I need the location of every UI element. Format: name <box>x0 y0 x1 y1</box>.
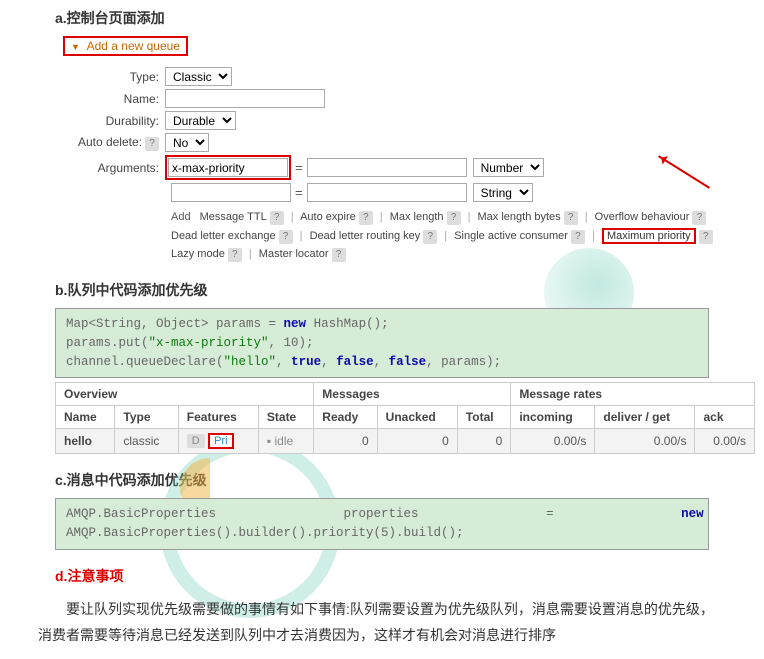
cell-name: hello <box>56 429 115 454</box>
code-block-message: AMQP.BasicProperties properties = new AM… <box>55 498 709 550</box>
arguments-key-highlight <box>165 155 291 180</box>
th-features: Features <box>178 406 258 429</box>
th-unacked: Unacked <box>377 406 457 429</box>
queue-table: Overview Messages Message rates Name Typ… <box>55 382 755 454</box>
section-d-title: d.注意事项 <box>55 566 764 586</box>
argument-hints: Add Message TTL? | Auto expire? | Max le… <box>171 208 744 264</box>
add-queue-header[interactable]: ▼ Add a new queue <box>63 36 188 56</box>
durability-label: Durability: <box>55 114 165 128</box>
name-input[interactable] <box>165 89 325 108</box>
notice-paragraph: 要让队列实现优先级需要做的事情有如下事情:队列需要设置为优先级队列，消息需要设置… <box>38 596 726 649</box>
help-icon[interactable]: ? <box>279 230 293 244</box>
help-icon[interactable]: ? <box>228 248 242 262</box>
autodelete-select[interactable]: No <box>165 133 209 152</box>
help-icon[interactable]: ? <box>332 248 346 262</box>
th-ack: ack <box>695 406 755 429</box>
help-icon[interactable]: ? <box>145 137 159 151</box>
section-c-title: c.消息中代码添加优先级 <box>55 470 764 490</box>
hint-max-length[interactable]: Max length <box>390 211 444 223</box>
hint-max-length-bytes[interactable]: Max length bytes <box>478 211 561 223</box>
cell-features: D Pri <box>178 429 258 454</box>
name-label: Name: <box>55 92 165 106</box>
help-icon[interactable]: ? <box>564 211 578 225</box>
arguments-value2-input[interactable] <box>307 183 467 202</box>
durability-select[interactable]: Durable <box>165 111 236 130</box>
equals-sign: = <box>295 160 303 175</box>
table-row[interactable]: hello classic D Pri ▪ idle 0 0 0 0.00/s … <box>56 429 755 454</box>
th-incoming: incoming <box>511 406 595 429</box>
th-total: Total <box>457 406 511 429</box>
section-a-title: a.控制台页面添加 <box>55 8 764 28</box>
th-deliver: deliver / get <box>595 406 695 429</box>
th-overview: Overview <box>56 383 314 406</box>
cell-ack: 0.00/s <box>695 429 755 454</box>
add-queue-header-text: Add a new queue <box>87 39 180 53</box>
arguments-value-input[interactable] <box>307 158 467 177</box>
help-icon[interactable]: ? <box>423 230 437 244</box>
arguments-label: Arguments: <box>55 161 165 175</box>
arguments-type-select[interactable]: Number <box>473 158 544 177</box>
hint-lazy-mode[interactable]: Lazy mode <box>171 248 225 260</box>
disclosure-triangle-icon: ▼ <box>71 42 80 52</box>
help-icon[interactable]: ? <box>699 230 713 244</box>
type-label: Type: <box>55 70 165 84</box>
code-block-queue: Map<String, Object> params = new HashMap… <box>55 308 709 378</box>
help-icon[interactable]: ? <box>270 211 284 225</box>
hint-maximum-priority[interactable]: Maximum priority <box>602 228 696 244</box>
arguments-key2-input[interactable] <box>171 183 291 202</box>
cell-state: ▪ idle <box>258 429 313 454</box>
equals-sign: = <box>295 185 303 200</box>
feature-priority-badge: Pri <box>208 433 233 449</box>
th-messages: Messages <box>314 383 511 406</box>
hint-sac[interactable]: Single active consumer <box>454 230 568 242</box>
help-icon[interactable]: ? <box>571 230 585 244</box>
th-type: Type <box>115 406 178 429</box>
type-select[interactable]: Classic <box>165 67 232 86</box>
hint-dlrk[interactable]: Dead letter routing key <box>310 230 421 242</box>
hint-overflow[interactable]: Overflow behaviour <box>595 211 690 223</box>
hint-dlx[interactable]: Dead letter exchange <box>171 230 276 242</box>
cell-incoming: 0.00/s <box>511 429 595 454</box>
cell-type: classic <box>115 429 178 454</box>
help-icon[interactable]: ? <box>447 211 461 225</box>
cell-ready: 0 <box>314 429 377 454</box>
help-icon[interactable]: ? <box>692 211 706 225</box>
arguments-type2-select[interactable]: String <box>473 183 533 202</box>
th-name: Name <box>56 406 115 429</box>
th-state: State <box>258 406 313 429</box>
feature-durable-badge: D <box>187 434 205 448</box>
arguments-key-input[interactable] <box>168 158 288 177</box>
section-b-title: b.队列中代码添加优先级 <box>55 280 764 300</box>
cell-total: 0 <box>457 429 511 454</box>
add-label: Add <box>171 211 191 223</box>
hint-auto-expire[interactable]: Auto expire <box>300 211 356 223</box>
th-ready: Ready <box>314 406 377 429</box>
autodelete-label: Auto delete:? <box>55 135 165 151</box>
hint-master-locator[interactable]: Master locator <box>259 248 329 260</box>
th-rates: Message rates <box>511 383 755 406</box>
cell-unacked: 0 <box>377 429 457 454</box>
hint-message-ttl[interactable]: Message TTL <box>200 211 267 223</box>
cell-deliver: 0.00/s <box>595 429 695 454</box>
help-icon[interactable]: ? <box>359 211 373 225</box>
